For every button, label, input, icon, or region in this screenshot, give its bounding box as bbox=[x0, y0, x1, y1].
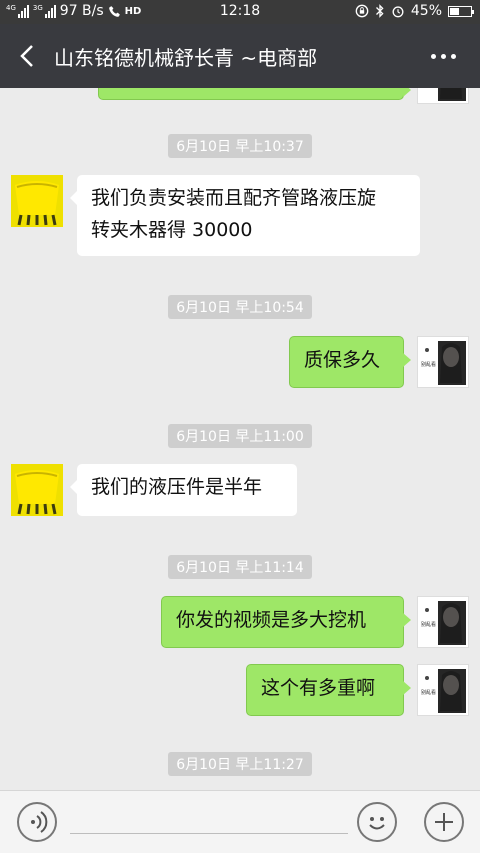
chat-title: 山东铭德机械舒长青 ~电商部 bbox=[54, 46, 318, 70]
message-bubble-outgoing[interactable]: 质保多久 bbox=[289, 336, 411, 388]
timestamp-chip: 6月10日 早上10:54 bbox=[0, 295, 480, 319]
contact-avatar[interactable] bbox=[11, 464, 63, 516]
timestamp-chip: 6月10日 早上10:37 bbox=[0, 134, 480, 158]
status-right: 45% bbox=[355, 3, 474, 19]
chat-header: 山东铭德机械舒长青 ~电商部 bbox=[0, 24, 480, 88]
lock-rotation-icon bbox=[355, 4, 369, 18]
message-bubble-incoming[interactable]: 我们的液压件是半年 bbox=[70, 464, 297, 516]
contact-avatar[interactable] bbox=[11, 175, 63, 227]
message-text: 我们的液压件是半年 bbox=[91, 476, 263, 498]
self-avatar[interactable]: 别乱看 bbox=[417, 664, 469, 716]
message-input[interactable] bbox=[70, 833, 348, 834]
message-bubble-outgoing[interactable]: 这个有多重啊 bbox=[246, 664, 411, 716]
self-avatar[interactable]: 别乱看 bbox=[417, 336, 469, 388]
more-dots-icon[interactable] bbox=[428, 46, 458, 66]
message-line: 转夹木器得 30000 bbox=[91, 219, 253, 241]
status-bar: 4G 3G 97 B/s HD 12:18 45% bbox=[0, 0, 480, 24]
previous-message-bubble[interactable] bbox=[98, 88, 411, 100]
back-arrow-icon[interactable] bbox=[14, 40, 42, 72]
avatar-caption-2: 别乱看 bbox=[421, 621, 436, 628]
bluetooth-icon bbox=[375, 4, 384, 18]
message-text: 质保多久 bbox=[304, 349, 381, 371]
battery-percent: 45% bbox=[410, 3, 442, 19]
timestamp-chip: 6月10日 早上11:14 bbox=[0, 555, 480, 579]
message-text: 这个有多重啊 bbox=[261, 677, 376, 699]
avatar-caption-1: 别乱看 bbox=[421, 361, 436, 368]
alarm-icon bbox=[392, 6, 404, 18]
message-bubble-incoming[interactable]: 我们负责安装而且配齐管路液压旋 转夹木器得 30000 bbox=[70, 175, 420, 256]
voice-icon[interactable] bbox=[17, 802, 57, 842]
emoji-icon[interactable] bbox=[357, 802, 397, 842]
self-avatar[interactable] bbox=[417, 88, 469, 104]
avatar-caption-3: 别乱看 bbox=[421, 689, 436, 696]
timestamp-chip: 6月10日 早上11:00 bbox=[0, 424, 480, 448]
message-text: 你发的视频是多大挖机 bbox=[176, 609, 367, 631]
battery-icon bbox=[448, 5, 474, 17]
input-bar bbox=[0, 790, 480, 853]
battery-fill bbox=[450, 7, 459, 15]
chat-area[interactable]: 6月10日 早上10:37 我们负责安装而且配齐管路液压旋 转夹木器得 3000… bbox=[0, 88, 480, 790]
message-line: 我们负责安装而且配齐管路液压旋 bbox=[91, 187, 377, 209]
timestamp-chip: 6月10日 早上11:27 bbox=[0, 752, 480, 776]
plus-icon[interactable] bbox=[424, 802, 464, 842]
message-bubble-outgoing[interactable]: 你发的视频是多大挖机 bbox=[161, 596, 411, 648]
self-avatar[interactable]: 别乱看 bbox=[417, 596, 469, 648]
